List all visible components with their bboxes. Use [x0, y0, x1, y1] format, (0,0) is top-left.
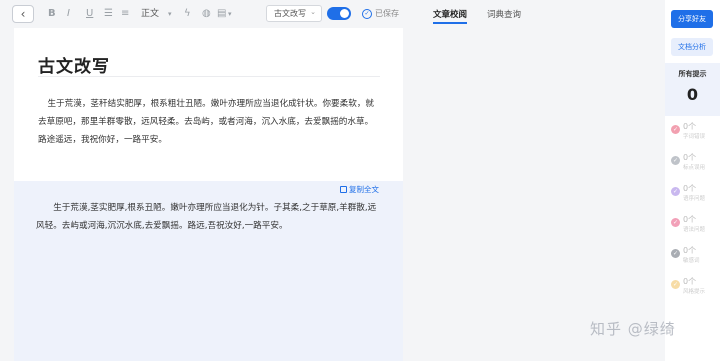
lightning-icon[interactable]: ϟ [184, 7, 191, 21]
hint-label: 敏感词 [683, 258, 700, 264]
hint-count: 0个 [683, 122, 697, 131]
all-hints-panel[interactable]: 所有提示 0 [665, 63, 720, 116]
chevron-down-icon: ⌄ [310, 8, 316, 16]
check-circle-icon: ✓ [671, 125, 680, 134]
copy-icon [340, 186, 347, 193]
document-analysis-button[interactable]: 文档分析 [671, 38, 713, 56]
all-hints-count: 0 [686, 85, 699, 104]
document-editor[interactable]: 古文改写 生于荒漠，茎秆结实肥厚，根系粗壮丑陋。嫩叶亦理所应当退化成针状。你要柔… [14, 28, 403, 361]
hint-label: 语法问题 [683, 227, 706, 233]
hint-count: 0个 [683, 215, 697, 224]
save-status: ✓ 已保存 [362, 7, 399, 21]
bold-icon[interactable]: B [48, 7, 56, 21]
hint-label: 标点误用 [683, 165, 706, 171]
copy-all-button[interactable]: 复制全文 [340, 184, 379, 195]
active-tab-indicator [433, 22, 467, 24]
save-status-label: 已保存 [375, 9, 399, 18]
hint-count: 0个 [683, 153, 697, 162]
hint-category-style[interactable]: ✓ 0个 风格提示 [671, 274, 717, 304]
hint-category-typo[interactable]: ✓ 0个 字词错误 [671, 119, 717, 149]
rewrite-result-text: 生于荒漠,茎实肥厚,根系丑陋。嫩叶亦理所应当退化为针。子其柔,之于草原,羊群散,… [36, 203, 377, 231]
title-divider [38, 76, 380, 77]
back-button[interactable]: ‹ [12, 5, 34, 23]
check-circle-icon: ✓ [671, 187, 680, 196]
bulleted-list-icon[interactable]: ☰ [104, 7, 113, 21]
underline-icon[interactable]: U [86, 7, 93, 21]
share-button[interactable]: 分享好友 [671, 10, 713, 28]
italic-icon[interactable]: I [67, 7, 70, 21]
hint-category-sensitive[interactable]: ✓ 0个 敏感词 [671, 243, 717, 273]
hint-label: 风格提示 [683, 289, 706, 295]
right-sidebar: 分享好友 文档分析 所有提示 0 ✓ 0个 字词错误 ✓ 0个 标点误用 ✓ 0… [665, 0, 720, 361]
text-style-dropdown[interactable]: 正文 [141, 7, 159, 21]
chevron-down-icon: ▾ [168, 10, 172, 18]
copy-all-label: 复制全文 [349, 185, 379, 194]
hint-category-punctuation[interactable]: ✓ 0个 标点误用 [671, 150, 717, 180]
mode-select-value: 古文改写 [274, 9, 306, 18]
hint-category-grammar[interactable]: ✓ 0个 语法问题 [671, 212, 717, 242]
globe-icon[interactable]: ◍ [202, 7, 211, 21]
hint-count: 0个 [683, 184, 697, 193]
format-icon[interactable]: ▤ [217, 7, 226, 21]
mode-toggle[interactable] [327, 7, 351, 20]
check-circle-icon: ✓ [671, 280, 680, 289]
tab-dictionary[interactable]: 词典查询 [487, 8, 521, 20]
hint-count: 0个 [683, 277, 697, 286]
chevron-left-icon: ‹ [20, 7, 26, 21]
check-circle-icon: ✓ [671, 249, 680, 258]
hint-label: 字词错误 [683, 134, 706, 140]
source-text[interactable]: 生于荒漠，茎秆结实肥厚，根系粗壮丑陋。嫩叶亦理所应当退化成针状。你要柔软，就去草… [38, 95, 380, 149]
all-hints-label: 所有提示 [678, 70, 707, 78]
mode-select[interactable]: 古文改写 ⌄ [266, 5, 322, 22]
rewrite-result-panel: 复制全文 生于荒漠,茎实肥厚,根系丑陋。嫩叶亦理所应当退化为针。子其柔,之于草原… [14, 181, 403, 361]
numbered-list-icon[interactable]: ≡ [121, 7, 129, 21]
check-icon: ✓ [362, 9, 372, 19]
hint-category-word-order[interactable]: ✓ 0个 语序问题 [671, 181, 717, 211]
chevron-down-icon: ▾ [228, 10, 232, 18]
check-circle-icon: ✓ [671, 218, 680, 227]
watermark: 知乎 @绿绮 [590, 320, 676, 338]
editor-toolbar: ‹ B I U ☰ ≡ 正文 ▾ ϟ ◍ ▤ ▾ 古文改写 ⌄ ✓ 已保存 [0, 0, 405, 28]
document-title[interactable]: 古文改写 [38, 52, 110, 77]
hint-label: 语序问题 [683, 196, 706, 202]
tab-proofread[interactable]: 文章校阅 [433, 8, 467, 20]
check-circle-icon: ✓ [671, 156, 680, 165]
hint-count: 0个 [683, 246, 697, 255]
